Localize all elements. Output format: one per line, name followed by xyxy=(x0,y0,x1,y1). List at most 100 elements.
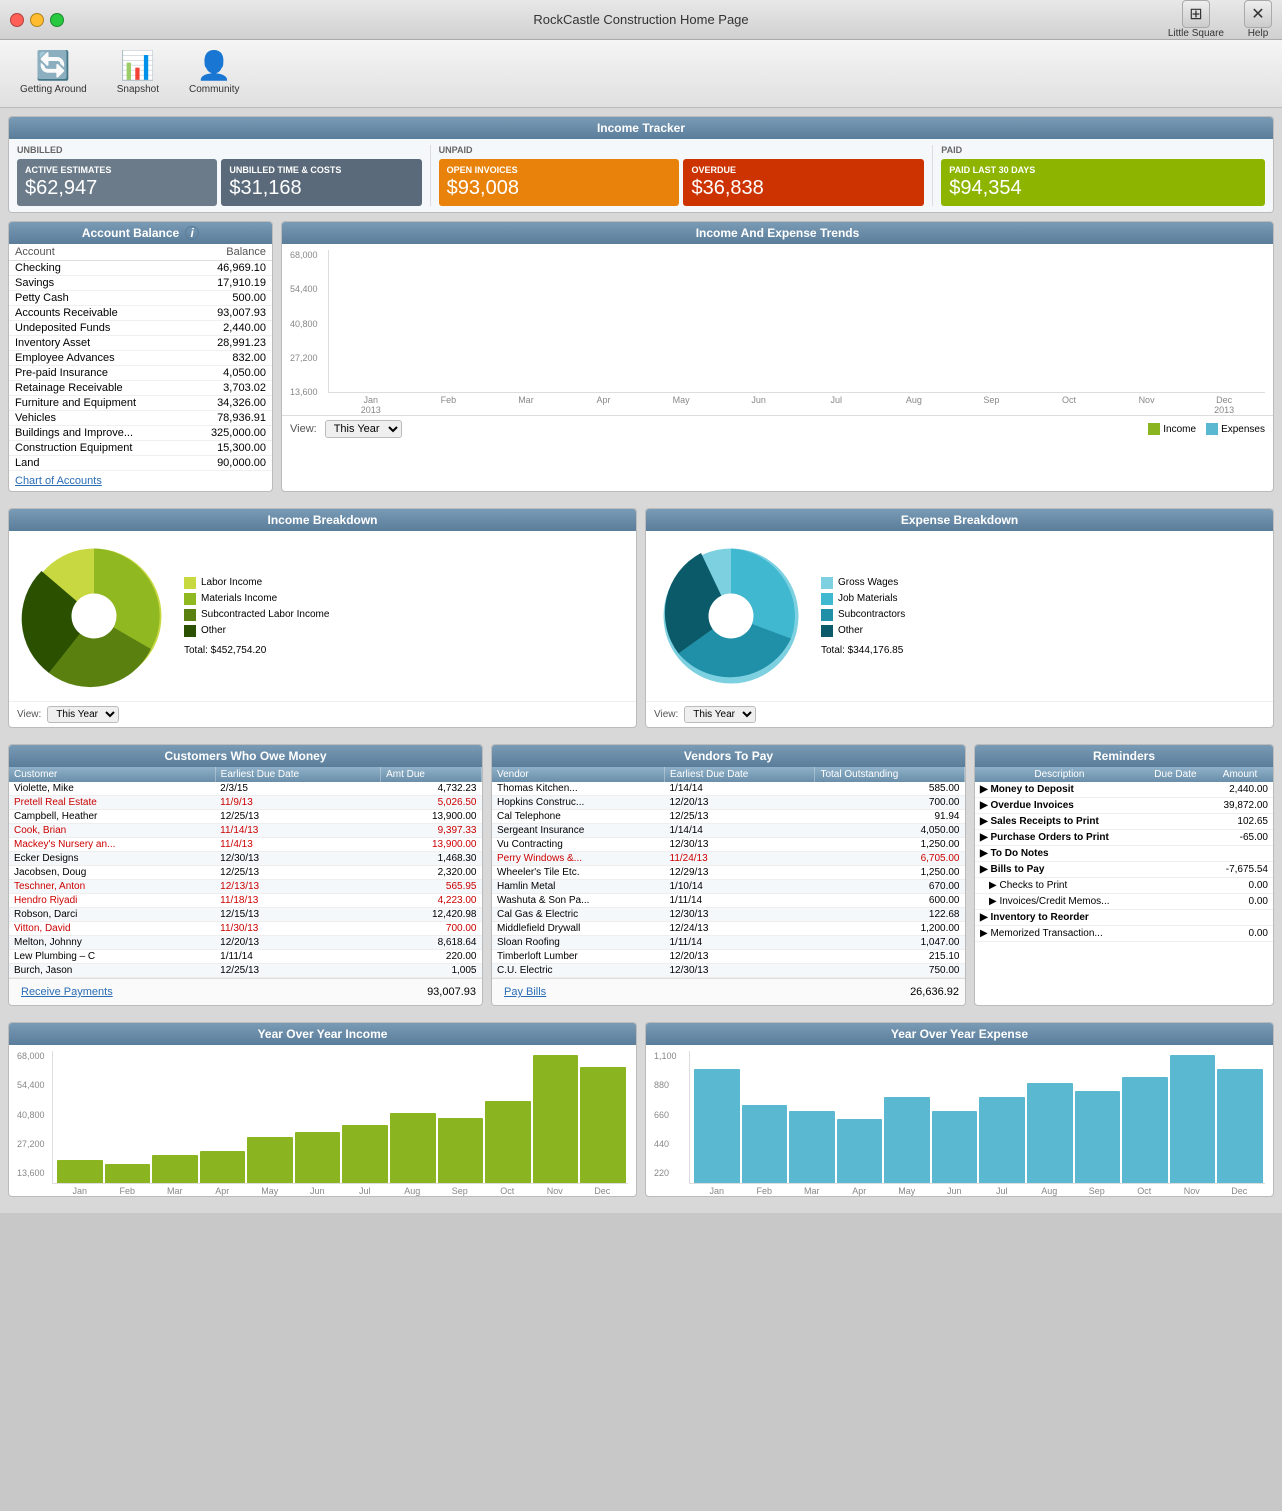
balance-amount: 15,300.00 xyxy=(184,441,272,456)
vendor-due-date: 1/10/14 xyxy=(665,880,815,894)
window-controls[interactable] xyxy=(10,13,64,27)
community-label: Community xyxy=(189,84,240,95)
customers-total: 93,007.93 xyxy=(427,986,476,998)
month-label: Aug xyxy=(875,395,953,415)
pay-bills-link[interactable]: Pay Bills xyxy=(498,982,552,1002)
income-legend-label: Income xyxy=(1163,424,1196,435)
balance-row: Buildings and Improve...325,000.00 xyxy=(9,426,272,441)
expense-view-select[interactable]: This Year xyxy=(684,706,756,723)
other-expense-legend: Other xyxy=(821,625,905,637)
customer-row: Teschner, Anton12/13/13565.95 xyxy=(9,880,482,894)
month-label: Nov xyxy=(1108,395,1186,415)
customer-row: Burch, Jason12/25/131,005 xyxy=(9,964,482,978)
view-select[interactable]: This Year xyxy=(325,420,402,438)
balance-table: Account Balance Checking46,969.10Savings… xyxy=(9,244,272,471)
info-icon[interactable]: i xyxy=(185,226,199,240)
yoy-income-month: Apr xyxy=(199,1186,247,1196)
getting-around-button[interactable]: 🔄 Getting Around xyxy=(20,52,87,95)
vendor-row: Thomas Kitchen...1/14/14585.00 xyxy=(492,782,965,796)
vendor-name: Washuta & Son Pa... xyxy=(492,894,665,908)
balance-row: Retainage Receivable3,703.02 xyxy=(9,381,272,396)
subcontracted-income-color xyxy=(184,609,196,621)
customer-amt: 565.95 xyxy=(381,880,482,894)
snapshot-button[interactable]: 📊 Snapshot xyxy=(117,52,159,95)
vendor-outstanding: 91.94 xyxy=(815,810,965,824)
reminder-due-date xyxy=(1144,878,1207,894)
balance-account: Buildings and Improve... xyxy=(9,426,184,441)
reminder-description: ▶ Bills to Pay xyxy=(975,862,1144,878)
col-description: Description xyxy=(975,767,1144,782)
yoy-expense-bar xyxy=(789,1111,835,1183)
reminder-amount: 0.00 xyxy=(1207,878,1273,894)
toolbar: 🔄 Getting Around 📊 Snapshot 👤 Community xyxy=(0,40,1282,108)
vendor-due-date: 12/24/13 xyxy=(665,922,815,936)
unpaid-label: UNPAID xyxy=(439,145,925,155)
yoy-income-month: Nov xyxy=(531,1186,579,1196)
expense-legend-label: Expenses xyxy=(1221,424,1265,435)
maximize-button[interactable] xyxy=(50,13,64,27)
balance-account: Retainage Receivable xyxy=(9,381,184,396)
customer-amt: 4,732.23 xyxy=(381,782,482,796)
customer-amt: 5,026.50 xyxy=(381,796,482,810)
balance-account: Vehicles xyxy=(9,411,184,426)
balance-account: Inventory Asset xyxy=(9,336,184,351)
customer-due-date: 11/4/13 xyxy=(215,838,380,852)
customer-amt: 220.00 xyxy=(381,950,482,964)
gross-wages-color xyxy=(821,577,833,589)
vendor-outstanding: 1,047.00 xyxy=(815,936,965,950)
customer-due-date: 12/13/13 xyxy=(215,880,380,894)
customer-name: Lew Plumbing – C xyxy=(9,950,215,964)
reminder-row: ▶ Sales Receipts to Print 102.65 xyxy=(975,814,1273,830)
minimize-button[interactable] xyxy=(30,13,44,27)
vendor-due-date: 1/11/14 xyxy=(665,936,815,950)
yoy-expense-month: Oct xyxy=(1121,1186,1169,1196)
labor-income-color xyxy=(184,577,196,589)
community-button[interactable]: 👤 Community xyxy=(189,52,240,95)
vendors-pay-panel: Vendors To Pay Vendor Earliest Due Date … xyxy=(491,744,966,1006)
vendor-name: Hamlin Metal xyxy=(492,880,665,894)
reminder-due-date xyxy=(1144,894,1207,910)
help-button[interactable]: ✕ Help xyxy=(1244,0,1272,39)
gross-wages-legend: Gross Wages xyxy=(821,577,905,589)
expense-breakdown-title: Expense Breakdown xyxy=(901,513,1018,527)
chart-of-accounts-link[interactable]: Chart of Accounts xyxy=(9,471,108,491)
vendor-due-date: 1/14/14 xyxy=(665,782,815,796)
vendor-name: Thomas Kitchen... xyxy=(492,782,665,796)
balance-row: Vehicles78,936.91 xyxy=(9,411,272,426)
reminder-due-date xyxy=(1144,830,1207,846)
month-label: Jul xyxy=(797,395,875,415)
community-icon: 👤 xyxy=(197,52,232,80)
vendors-total: 26,636.92 xyxy=(910,986,959,998)
customer-due-date: 12/20/13 xyxy=(215,936,380,950)
titlebar-right-actions: ⊞ Little Square ✕ Help xyxy=(1168,0,1272,39)
vendor-name: Cal Telephone xyxy=(492,810,665,824)
customer-name: Cook, Brian xyxy=(9,824,215,838)
close-button[interactable] xyxy=(10,13,24,27)
vendor-outstanding: 1,250.00 xyxy=(815,838,965,852)
snapshot-icon: 📊 xyxy=(120,52,155,80)
customer-name: Melton, Johnny xyxy=(9,936,215,950)
month-label: Dec 2013 xyxy=(1185,395,1263,415)
reminder-description: ▶ Sales Receipts to Print xyxy=(975,814,1144,830)
trends-y-labels: 68,000 54,400 40,800 27,200 13,600 xyxy=(290,250,328,415)
income-view-select[interactable]: This Year xyxy=(47,706,119,723)
gross-wages-label: Gross Wages xyxy=(838,577,898,588)
vendor-outstanding: 215.10 xyxy=(815,950,965,964)
vendor-outstanding: 600.00 xyxy=(815,894,965,908)
reminder-description: ▶ Checks to Print xyxy=(975,878,1144,894)
vendors-pay-title: Vendors To Pay xyxy=(684,749,773,763)
customer-amt: 700.00 xyxy=(381,922,482,936)
vendor-outstanding: 1,250.00 xyxy=(815,866,965,880)
yoy-expense-header: Year Over Year Expense xyxy=(646,1023,1273,1045)
reminder-amount: 102.65 xyxy=(1207,814,1273,830)
materials-income-legend: Materials Income xyxy=(184,593,329,605)
little-square-button[interactable]: ⊞ Little Square xyxy=(1168,0,1224,39)
yoy-income-month: Feb xyxy=(104,1186,152,1196)
customer-row: Ecker Designs12/30/131,468.30 xyxy=(9,852,482,866)
vendor-name: Hopkins Construc... xyxy=(492,796,665,810)
overdue-label: OVERDUE xyxy=(691,165,916,175)
vendor-name: C.U. Electric xyxy=(492,964,665,978)
receive-payments-link[interactable]: Receive Payments xyxy=(15,982,119,1002)
col-vendor-due-date: Earliest Due Date xyxy=(665,767,815,782)
yoy-income-bar xyxy=(247,1137,293,1183)
